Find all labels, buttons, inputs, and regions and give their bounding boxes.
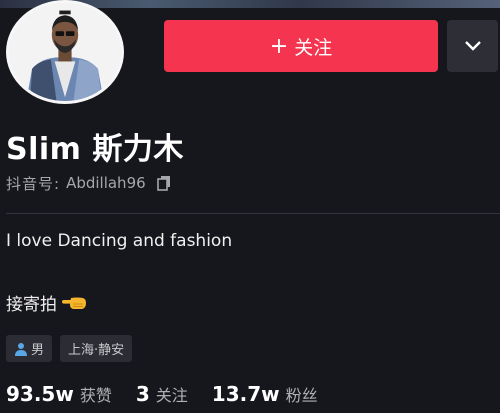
chevron-down-icon [464,41,481,51]
gender-tag: 男 [6,335,53,362]
copy-icon[interactable] [156,175,172,191]
gender-label: 男 [31,343,45,358]
followers-count: 13.7w [211,382,280,406]
plus-icon: + [269,33,289,59]
avatar[interactable] [6,0,124,104]
following-label: 关注 [155,386,188,405]
divider [6,213,500,214]
person-icon [15,342,27,356]
avatar-illustration [9,3,121,101]
followers-stat[interactable]: 13.7w 粉丝 [212,382,318,406]
bio-line-1: I love Dancing and fashion [6,231,233,251]
follow-label: 关注 [294,36,333,59]
profile-stats: 93.5w 获赞 3 关注 13.7w 粉丝 [6,382,318,406]
following-count: 3 [135,382,150,406]
profile-name: Slim 斯力木 [6,132,184,167]
point-left-hand-icon [62,297,86,309]
profile-tags: 男 上海·静安 [6,335,133,362]
follow-button[interactable]: + 关注 [164,20,438,72]
bio-line-2: 接寄拍 [6,290,87,315]
likes-stat[interactable]: 93.5w 获赞 [6,382,112,406]
location-tag: 上海·静安 [60,335,133,362]
followers-label: 粉丝 [285,386,318,405]
likes-label: 获赞 [79,386,112,405]
douyin-id-label: 抖音号: [6,174,61,193]
more-options-button[interactable] [447,20,498,72]
location-label: 上海·静安 [68,343,125,358]
bio-line-2-text: 接寄拍 [6,295,57,315]
likes-count: 93.5w [6,382,74,406]
douyin-id-row: 抖音号: Abdillah96 [6,172,172,194]
douyin-id-value: Abdillah96 [66,174,146,192]
following-stat[interactable]: 3 关注 [136,382,188,406]
